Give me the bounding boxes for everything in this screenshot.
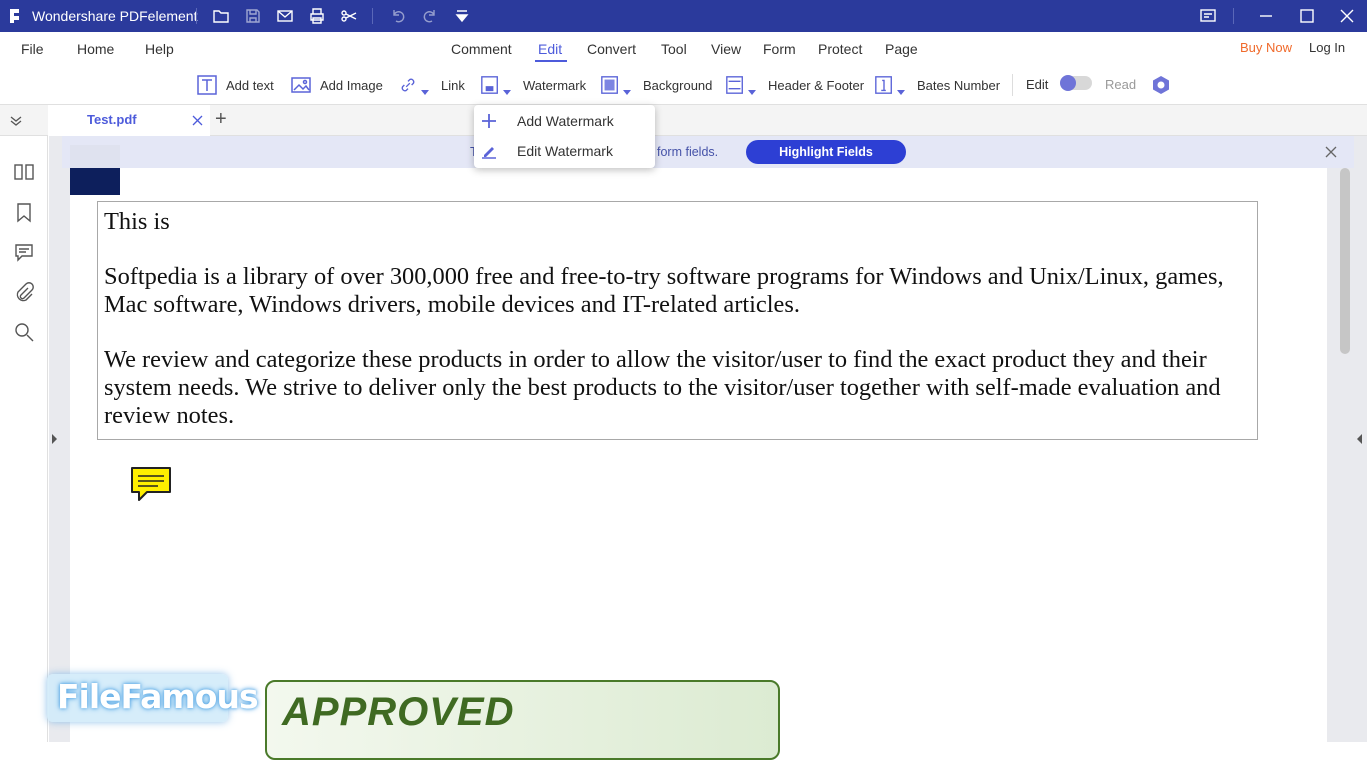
maximize-icon[interactable] [1298,7,1316,25]
notice-text: form fields. [657,145,719,159]
menu-home[interactable]: Home [77,41,114,57]
bookmark-icon[interactable] [13,201,35,223]
left-sidebar [0,136,48,742]
highlight-fields-button[interactable]: Highlight Fields [746,140,906,164]
tab-comment[interactable]: Comment [451,41,512,57]
tab-tool[interactable]: Tool [661,41,687,57]
header-footer-dropdown-caret[interactable] [748,89,756,95]
link-icon [401,78,415,92]
paragraph: This is [104,208,170,235]
plus-icon [482,114,496,128]
thumbnails-icon[interactable] [13,161,35,183]
link-dropdown-caret[interactable] [421,89,429,95]
notice-close-icon[interactable] [1325,145,1337,158]
watermark-button[interactable]: Watermark [480,72,586,98]
pencil-icon [482,147,496,159]
stamp-text: APPROVED [282,690,515,734]
watermark-dropdown-caret[interactable] [503,89,511,95]
filefamous-watermark-logo: FileFamous [47,674,259,722]
open-folder-icon[interactable] [212,7,230,25]
approved-stamp[interactable]: APPROVED [265,680,780,760]
vertical-scrollbar[interactable] [1340,168,1350,354]
bates-number-dropdown-caret[interactable] [897,89,905,95]
collapse-chevron-icon[interactable] [8,113,24,129]
tab-view[interactable]: View [711,41,741,57]
app-logo-icon [8,8,24,24]
save-icon[interactable] [244,7,262,25]
redo-icon[interactable] [421,7,439,25]
document-tab-bar: Test.pdf + [0,104,1367,136]
tab-page[interactable]: Page [885,41,918,57]
menu-file[interactable]: File [21,41,44,57]
search-icon[interactable] [13,321,35,343]
menu-help[interactable]: Help [145,41,174,57]
quick-access-dropdown-icon[interactable] [453,7,471,25]
background-dropdown-caret[interactable] [623,89,631,95]
tab-label: Test.pdf [87,112,137,127]
note-comment-icon[interactable] [129,465,173,503]
title-bar: Wondershare PDFelement [0,0,1367,32]
feedback-icon[interactable] [1199,7,1217,25]
tab-form[interactable]: Form [763,41,796,57]
expand-left-panel-arrow-icon[interactable] [52,434,57,444]
background-button[interactable]: Background [600,72,712,98]
edit-toolbar: Add text Add Image Link Watermark Backgr… [0,66,1367,104]
menu-bar: File Home Help Comment Edit Convert Tool… [0,32,1367,87]
paragraph: We review and categorize these products … [104,346,1221,429]
active-tab-underline [535,60,567,62]
edit-watermark-menu-item[interactable]: Edit Watermark [474,137,655,165]
bates-number-icon [875,76,892,94]
bates-number-button[interactable]: Bates Number [874,72,1000,98]
expand-right-panel-arrow-icon[interactable] [1357,434,1362,444]
minimize-icon[interactable] [1257,7,1275,25]
tab-protect[interactable]: Protect [818,41,862,57]
watermark-dropdown-menu: Add Watermark Edit Watermark [474,105,655,168]
form-fields-notice-bar: T form fields. [62,136,1354,168]
app-title: Wondershare PDFelement [32,8,198,24]
text-box[interactable]: This is Softpedia is a library of over 3… [97,201,1258,440]
add-watermark-menu-item[interactable]: Add Watermark [474,107,655,135]
tab-edit[interactable]: Edit [538,41,562,57]
attachment-icon[interactable] [13,281,35,303]
add-text-button[interactable]: Add text [196,72,274,98]
header-footer-button[interactable]: Header & Footer [725,72,864,98]
new-tab-button[interactable]: + [215,108,227,131]
edit-mode-label: Edit [1026,77,1049,92]
email-icon[interactable] [276,7,294,25]
add-text-icon [197,75,217,95]
image-icon [291,77,311,93]
watermark-icon [481,76,498,94]
close-icon[interactable] [1338,7,1356,25]
undo-icon[interactable] [389,7,407,25]
buy-now-link[interactable]: Buy Now [1240,40,1292,55]
page-header-block-top [70,145,120,168]
comment-icon[interactable] [13,241,35,263]
read-mode-label: Read [1105,77,1137,92]
background-icon [601,76,618,94]
tab-close-icon[interactable] [191,114,204,127]
print-icon[interactable] [308,7,326,25]
add-image-button[interactable]: Add Image [290,72,383,98]
link-button[interactable]: Link [398,72,465,98]
scissors-icon[interactable] [340,7,358,25]
header-footer-icon [726,76,743,94]
tab-convert[interactable]: Convert [587,41,636,57]
edit-read-toggle[interactable] [1060,75,1092,91]
paragraph: Softpedia is a library of over 300,000 f… [104,263,1224,318]
settings-hex-icon[interactable] [1150,74,1172,96]
login-link[interactable]: Log In [1309,40,1345,55]
tab-test-pdf[interactable]: Test.pdf [48,105,210,136]
page-header-block [70,168,120,195]
